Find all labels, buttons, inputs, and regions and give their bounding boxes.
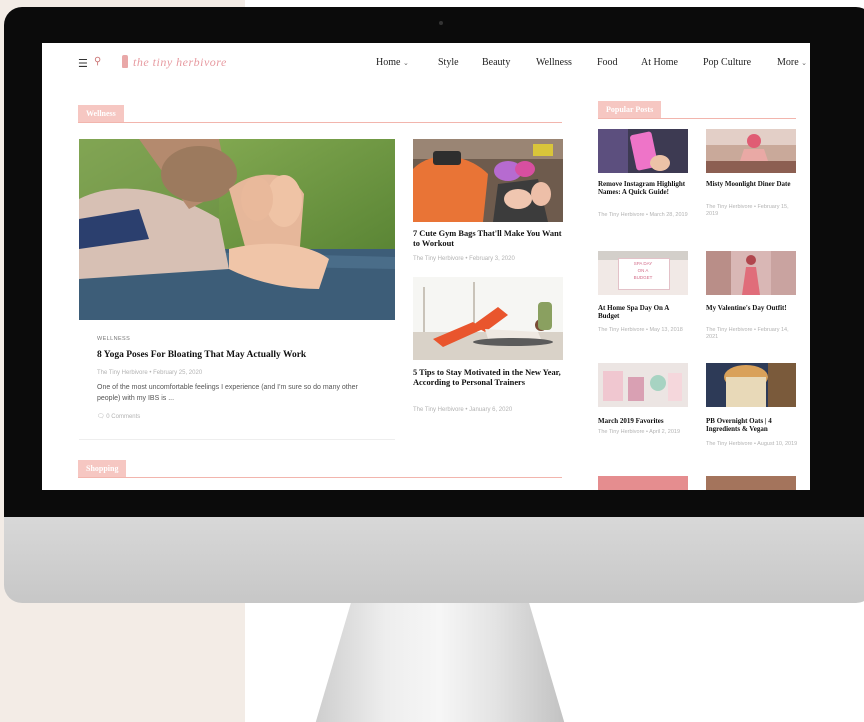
feature-category[interactable]: WELLNESS [97,336,130,342]
popular-post-title-4[interactable]: My Valentine's Day Outfit! [706,304,798,312]
site-logo[interactable]: the tiny herbivore [122,55,227,70]
feature-excerpt: One of the most uncomfortable feelings I… [97,384,358,402]
logo-text: the tiny herbivore [133,55,227,69]
popular-post-title-6[interactable]: PB Overnight Oats | 4 Ingredients & Vega… [706,417,798,434]
side-post-meta-1: The Tiny Herbivore • February 3, 2020 [413,256,515,262]
nav-more[interactable]: More ⌄ [777,57,807,68]
nav-food[interactable]: Food [597,57,618,68]
feature-divider [79,439,395,440]
hamburger-menu-icon[interactable]: ☰ [78,57,88,70]
popular-post-image-partial-2[interactable] [706,476,796,490]
popular-post-image-oats[interactable] [706,363,796,407]
side-post-title-1[interactable]: 7 Cute Gym Bags That'll Make You Want to… [413,229,565,249]
nav-style[interactable]: Style [438,57,459,68]
popular-post-image-diner[interactable] [706,129,796,173]
popular-post-title-3[interactable]: At Home Spa Day On A Budget [598,304,690,321]
section-divider [78,122,562,123]
section-label-shopping[interactable]: Shopping [78,460,127,478]
sidebar-label-popular-posts: Popular Posts [598,101,662,119]
bottle-icon [122,55,128,68]
section-label-wellness[interactable]: Wellness [78,105,124,123]
side-post-image-workout[interactable] [413,277,563,360]
popular-post-title-2[interactable]: Misty Moonlight Diner Date [706,180,798,188]
nav-at-home[interactable]: At Home [641,57,678,68]
monitor-chin [4,517,864,603]
comment-icon: 🗨 [97,413,105,420]
side-post-image-gym-bags[interactable] [413,139,563,222]
feature-title[interactable]: 8 Yoga Poses For Bloating That May Actua… [97,350,387,361]
popular-post-meta-3: The Tiny Herbivore • May 13, 2018 [598,327,683,333]
nav-home[interactable]: Home ⌄ [376,57,409,68]
feature-image-yoga[interactable] [79,139,395,320]
spa-image-caption: SPA DAY ON A BUDGET [633,261,653,281]
popular-post-image-instagram[interactable] [598,129,688,173]
nav-wellness[interactable]: Wellness [536,57,572,68]
popular-post-image-spa[interactable]: SPA DAY ON A BUDGET [598,251,688,295]
site-header: ☰ ⚲ the tiny herbivore Home ⌄ Style Beau… [42,43,810,87]
sidebar-divider [598,118,796,119]
feature-comments[interactable]: 🗨 0 Comments [97,413,140,421]
popular-post-meta-1: The Tiny Herbivore • March 28, 2019 [598,212,688,218]
side-post-title-2[interactable]: 5 Tips to Stay Motivated in the New Year… [413,368,565,388]
popular-post-title-5[interactable]: March 2019 Favorites [598,417,690,425]
side-post-meta-2: The Tiny Herbivore • January 6, 2020 [413,407,513,413]
popular-post-image-partial-1[interactable] [598,476,688,490]
website-screen: ☰ ⚲ the tiny herbivore Home ⌄ Style Beau… [42,43,810,490]
feature-meta: The Tiny Herbivore • February 25, 2020 [97,370,203,376]
popular-post-meta-5: The Tiny Herbivore • April 2, 2019 [598,429,681,435]
search-icon[interactable]: ⚲ [94,56,101,67]
camera-icon [439,21,443,25]
nav-pop-culture[interactable]: Pop Culture [703,57,751,68]
popular-post-image-valentine[interactable] [706,251,796,295]
section-divider-shopping [78,477,562,478]
popular-post-meta-6: The Tiny Herbivore • August 10, 2019 [706,441,798,447]
popular-post-meta-2: The Tiny Herbivore • February 15, 2019 [706,204,789,218]
popular-post-meta-4: The Tiny Herbivore • February 14, 2021 [706,327,789,341]
popular-post-image-favorites[interactable] [598,363,688,407]
popular-post-title-1[interactable]: Remove Instagram Highlight Names: A Quic… [598,180,690,197]
nav-beauty[interactable]: Beauty [482,57,510,68]
